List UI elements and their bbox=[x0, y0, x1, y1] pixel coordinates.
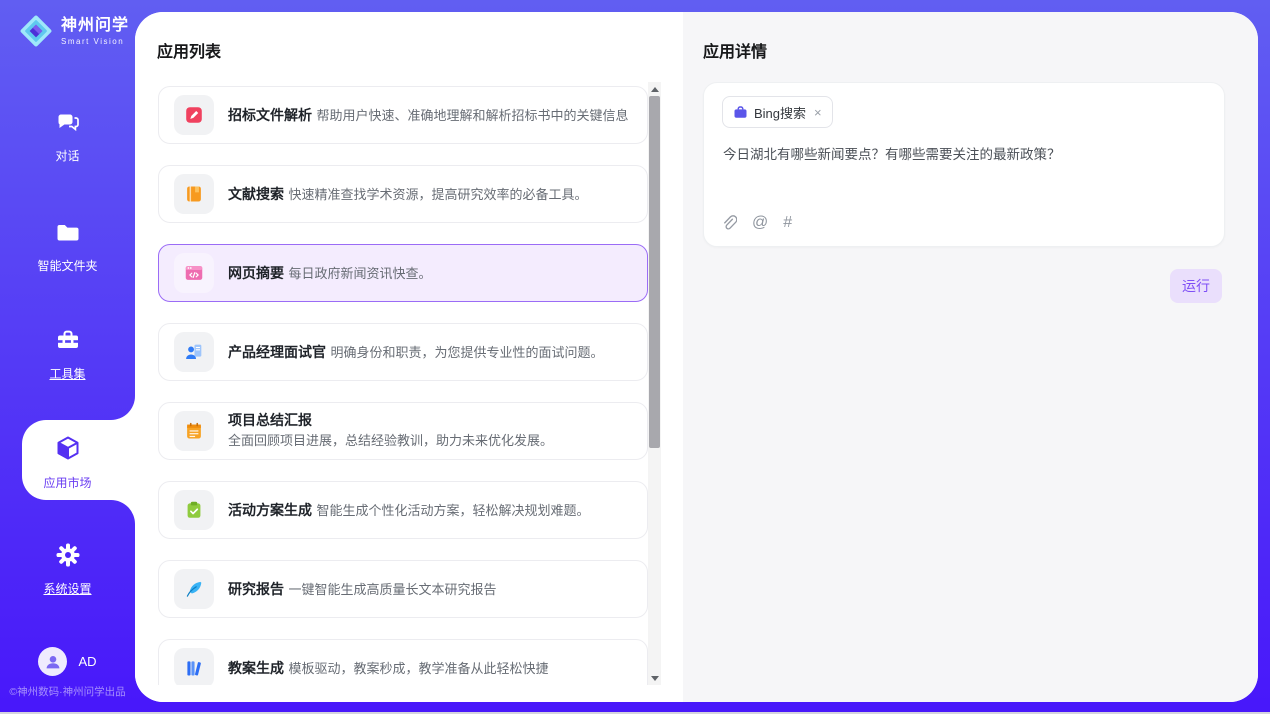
app-description: 每日政府新闻资讯快查。 bbox=[288, 266, 431, 281]
app-description: 智能生成个性化活动方案，轻松解决规划难题。 bbox=[316, 503, 589, 518]
interviewer-icon bbox=[174, 332, 214, 372]
quill-icon bbox=[174, 569, 214, 609]
hash-icon[interactable]: # bbox=[783, 213, 792, 233]
brand-text: 神州问学 Smart Vision bbox=[61, 17, 129, 46]
app-card-pm-interviewer[interactable]: 产品经理面试官 明确身份和职责，为您提供专业性的面试问题。 bbox=[158, 323, 648, 381]
app-name: 活动方案生成 bbox=[228, 502, 312, 518]
copyright-footer: ©神州数码·神州问学出品 bbox=[0, 684, 135, 699]
person-icon bbox=[43, 652, 63, 672]
sidebar: 神州问学 Smart Vision 对话 智能文件夹 bbox=[0, 0, 135, 714]
brand-logo: 神州问学 Smart Vision bbox=[18, 13, 129, 49]
sidebar-item-label: 应用市场 bbox=[0, 474, 135, 491]
app-description: 一键智能生成高质量长文本研究报告 bbox=[288, 582, 496, 597]
sidebar-item-chat[interactable]: 对话 bbox=[0, 108, 135, 164]
app-description: 模板驱动，教案秒成，教学准备从此轻松快捷 bbox=[288, 661, 548, 676]
folder-icon bbox=[54, 218, 82, 246]
app-card-activity-plan[interactable]: 活动方案生成 智能生成个性化活动方案，轻松解决规划难题。 bbox=[158, 481, 648, 539]
browser-code-icon bbox=[174, 253, 214, 293]
prompt-card: Bing搜索 × 今日湖北有哪些新闻要点？有哪些需要关注的最新政策？ @ # bbox=[703, 82, 1225, 247]
sidebar-item-label: 系统设置 bbox=[0, 580, 135, 597]
run-button[interactable]: 运行 bbox=[1170, 269, 1222, 303]
brand-subtitle: Smart Vision bbox=[61, 37, 129, 46]
toolbox-icon bbox=[54, 326, 82, 354]
tab-curve-bottom bbox=[111, 500, 135, 524]
avatar bbox=[38, 647, 67, 676]
cube-icon bbox=[53, 433, 83, 463]
briefcase-icon bbox=[733, 105, 748, 120]
app-card-bid-parse[interactable]: 招标文件解析 帮助用户快速、准确地理解和解析招标书中的关键信息 bbox=[158, 86, 648, 144]
app-name: 招标文件解析 bbox=[228, 107, 312, 123]
tab-curve-top bbox=[111, 396, 135, 420]
sidebar-item-app-market[interactable]: 应用市场 bbox=[0, 433, 135, 491]
tool-tag-label: Bing搜索 bbox=[754, 103, 806, 122]
tool-tag-bing-search[interactable]: Bing搜索 × bbox=[722, 96, 833, 128]
app-name: 文献搜索 bbox=[228, 186, 284, 202]
app-name: 项目总结汇报 bbox=[228, 412, 312, 428]
user-account[interactable]: AD bbox=[0, 647, 135, 676]
close-icon[interactable]: × bbox=[814, 105, 822, 120]
user-initials: AD bbox=[78, 654, 96, 669]
app-list-title: 应用列表 bbox=[157, 38, 221, 62]
list-scrollbar[interactable] bbox=[648, 82, 661, 685]
app-name: 产品经理面试官 bbox=[228, 344, 326, 360]
app-detail-panel: 应用详情 Bing搜索 × 今日湖北有哪些新闻要点？有哪些需要关注的最新政策？ … bbox=[683, 12, 1258, 702]
app-card-lesson-plan[interactable]: 教案生成 模板驱动，教案秒成，教学准备从此轻松快捷 bbox=[158, 639, 648, 685]
app-card-project-summary[interactable]: 项目总结汇报 全面回顾项目进展，总结经验教训，助力未来优化发展。 bbox=[158, 402, 648, 460]
app-name: 教案生成 bbox=[228, 660, 284, 676]
app-list-panel: 应用列表 招标文件解析 帮助用户快速、准确地理解和解析招标书中的关键信息 bbox=[135, 12, 683, 702]
app-description: 全面回顾项目进展，总结经验教训，助力未来优化发展。 bbox=[228, 433, 553, 448]
app-name: 研究报告 bbox=[228, 581, 284, 597]
arrow-down-icon bbox=[651, 676, 659, 681]
scroll-up-button[interactable] bbox=[648, 82, 661, 96]
sidebar-item-settings[interactable]: 系统设置 bbox=[0, 541, 135, 597]
app-detail-title: 应用详情 bbox=[703, 38, 767, 62]
sidebar-item-toolset[interactable]: 工具集 bbox=[0, 326, 135, 382]
sidebar-item-label: 对话 bbox=[0, 147, 135, 164]
brand-diamond-icon bbox=[18, 13, 54, 49]
app-card-literature-search[interactable]: 文献搜索 快速精准查找学术资源，提高研究效率的必备工具。 bbox=[158, 165, 648, 223]
gear-icon bbox=[54, 541, 82, 569]
clipboard-check-icon bbox=[174, 490, 214, 530]
app-card-research-report[interactable]: 研究报告 一键智能生成高质量长文本研究报告 bbox=[158, 560, 648, 618]
app-name: 网页摘要 bbox=[228, 265, 284, 281]
app-description: 帮助用户快速、准确地理解和解析招标书中的关键信息 bbox=[316, 108, 628, 123]
book-icon bbox=[174, 174, 214, 214]
attachment-icon[interactable] bbox=[721, 214, 737, 233]
document-pen-icon bbox=[174, 95, 214, 135]
app-description: 快速精准查找学术资源，提高研究效率的必备工具。 bbox=[288, 187, 587, 202]
scrollbar-thumb[interactable] bbox=[649, 96, 660, 448]
app-description: 明确身份和职责，为您提供专业性的面试问题。 bbox=[330, 345, 603, 360]
mention-icon[interactable]: @ bbox=[752, 213, 768, 233]
scroll-down-button[interactable] bbox=[648, 671, 661, 685]
brand-name: 神州问学 bbox=[61, 17, 129, 35]
arrow-up-icon bbox=[651, 87, 659, 92]
notepad-icon bbox=[174, 411, 214, 451]
app-card-web-summary[interactable]: 网页摘要 每日政府新闻资讯快查。 bbox=[158, 244, 648, 302]
sidebar-item-smart-folder[interactable]: 智能文件夹 bbox=[0, 218, 135, 274]
sidebar-item-label: 工具集 bbox=[0, 365, 135, 382]
prompt-text[interactable]: 今日湖北有哪些新闻要点？有哪些需要关注的最新政策？ bbox=[723, 145, 1061, 165]
main-panel: 应用列表 招标文件解析 帮助用户快速、准确地理解和解析招标书中的关键信息 bbox=[135, 12, 1258, 702]
books-icon bbox=[174, 648, 214, 685]
app-list: 招标文件解析 帮助用户快速、准确地理解和解析招标书中的关键信息 文献搜索 bbox=[158, 82, 648, 685]
prompt-toolbar: @ # bbox=[721, 213, 792, 233]
sidebar-item-label: 智能文件夹 bbox=[0, 257, 135, 274]
chat-icon bbox=[54, 108, 82, 136]
